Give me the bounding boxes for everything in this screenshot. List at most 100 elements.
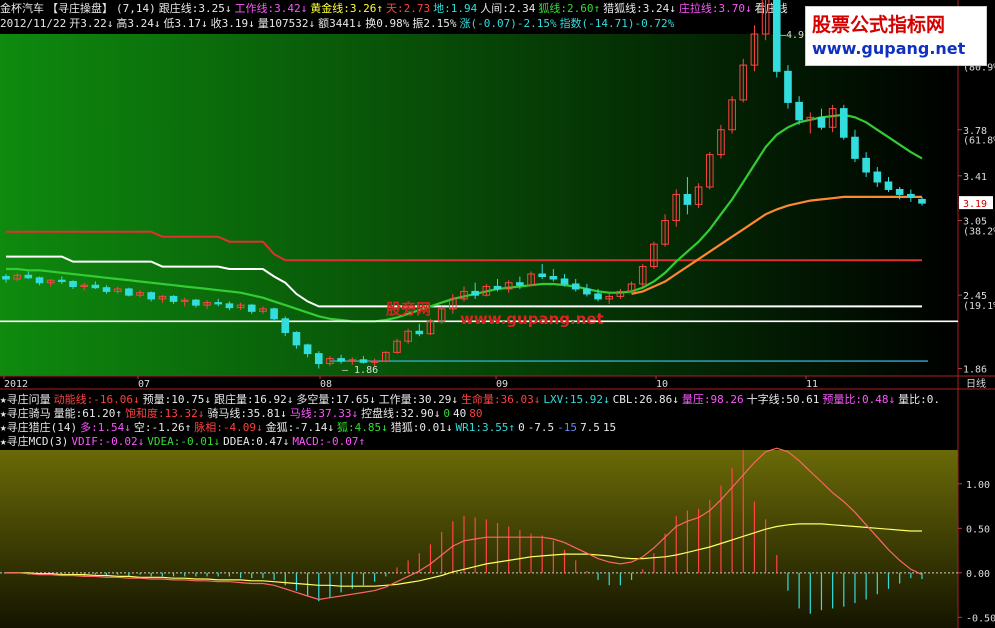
indicator-0-item-2: 预量:10.75↓ [142, 393, 211, 406]
candle-body-71 [795, 101, 803, 121]
candle-body-2 [24, 274, 33, 279]
candle-body-46 [516, 282, 524, 286]
candle-body-61 [683, 193, 692, 205]
indicator-0-item-0: ★寻庄问量 [0, 393, 51, 406]
candle-body-11 [125, 288, 133, 296]
indicator-0-item-12: 量比:0. [898, 393, 940, 406]
candle-body-37 [415, 330, 424, 335]
time-axis-label-0: 2012 [4, 379, 28, 390]
candle-body-78 [873, 171, 882, 183]
indicator-0-item-5: 工作量:30.29↓ [378, 393, 459, 406]
candle-body-73 [817, 116, 826, 128]
indicator-0-item-6: 生命量:36.03↓ [461, 393, 541, 406]
macd-panel [0, 450, 958, 628]
candle-body-32 [359, 359, 368, 363]
price-axis-label-9: (19.1%) [963, 301, 995, 312]
indicator-2-item-3: 脉相:-4.09↓ [194, 421, 263, 434]
price-axis-label-3: (61.8%) [963, 136, 995, 147]
indicator-3-item-2: VDEA:-0.01↓ [147, 435, 221, 448]
indicator-1-item-5: 控盘线:32.90↓ [361, 407, 441, 420]
time-axis-label-2: 08 [320, 379, 332, 390]
candle-body-13 [147, 292, 156, 300]
candle-body-75 [839, 108, 848, 138]
candle-body-6 [69, 280, 77, 287]
candle-body-53 [594, 293, 602, 300]
indicator-1-item-0: ★寻庄骑马 [0, 407, 51, 420]
candle-body-9 [102, 287, 111, 292]
indicator-1-item-8: 80 [469, 407, 483, 420]
indicator-1-item-7: 40 [453, 407, 467, 420]
candle-body-3 [35, 277, 44, 284]
candle-body-8 [91, 284, 100, 289]
macd-axis-label-1: 0.50 [966, 524, 990, 535]
candle-body-81 [907, 193, 915, 198]
indicator-row-3[interactable]: ★寻庄MCD(3) VDIF:-0.02↓ VDEA:-0.01↓ DDEA:0.47… [0, 435, 368, 449]
indicator-1-item-1: 量能:61.20↑ [53, 407, 122, 420]
indicator-3-item-1: VDIF:-0.02↓ [71, 435, 145, 448]
candle-body-19 [214, 302, 223, 305]
candle-body-22 [247, 304, 256, 312]
indicator-0-item-9: 量压:98.26 [681, 393, 744, 406]
time-axis-label-4: 10 [656, 379, 668, 390]
indicator-1-item-4: 马线:37.33↓ [289, 407, 359, 420]
price-axis-label-7: (38.2%) [963, 226, 995, 237]
candle-body-28 [314, 353, 323, 365]
candle-body-79 [884, 181, 893, 190]
indicator-3-item-4: MACD:-0.07↑ [292, 435, 366, 448]
indicator-0-item-10: 十字线:50.61 [746, 393, 820, 406]
candle-body-70 [784, 70, 792, 103]
indicator-0-item-3: 跟庄量:16.92↓ [213, 393, 294, 406]
indicator-1-item-6: 0 [443, 407, 451, 420]
time-axis-label-5: 11 [806, 379, 818, 390]
candle-body-51 [571, 283, 580, 290]
candle-body-0 [2, 276, 10, 280]
period-label: 日线 [966, 377, 986, 390]
macd-axis-label-3: -0.50 [966, 613, 995, 624]
candle-body-44 [493, 285, 502, 290]
macd-axis-label-2: 0.00 [966, 569, 990, 580]
chart-watermark-cn: 股旁网 [386, 300, 432, 318]
site-watermark: 股票公式指标网 www.gupang.net [805, 6, 987, 66]
candle-body-17 [192, 299, 200, 306]
candle-body-50 [560, 278, 569, 285]
last-price-label: 3.19 [963, 199, 987, 210]
candle-body-69 [772, 0, 781, 72]
indicator-1-item-3: 骑马线:35.81↓ [207, 407, 287, 420]
candle-body-5 [58, 279, 66, 282]
indicator-2-item-9: -7.5 [527, 421, 555, 434]
indicator-0-item-7: LXV:15.92↓ [543, 393, 610, 406]
indicator-2-item-11: 7.5 [580, 421, 600, 434]
candle-body-27 [303, 344, 312, 355]
candle-body-76 [851, 136, 859, 159]
indicator-2-item-1: 多:1.54↓ [80, 421, 131, 434]
indicator-row-1[interactable]: ★寻庄骑马 量能:61.20↑ 饱和度:13.32↓ 骑马线:35.81↓ 马线:37.… [0, 407, 486, 421]
candle-body-24 [270, 308, 278, 320]
watermark-title: 股票公式指标网 [812, 14, 946, 36]
indicator-2-item-4: 金狐:-7.14↓ [265, 421, 334, 434]
indicator-2-item-12: 15 [602, 421, 617, 434]
time-axis-label-1: 07 [138, 379, 150, 390]
indicator-2-item-7: WR1:3.55↑ [455, 421, 516, 434]
candle-body-26 [292, 331, 301, 346]
indicator-0-item-8: CBL:26.86↓ [612, 393, 679, 406]
indicator-2-item-5: 狐:4.85↓ [336, 421, 388, 434]
candle-body-48 [538, 273, 547, 278]
macd-axis-label-0: 1.00 [966, 480, 990, 491]
candle-body-49 [549, 276, 558, 280]
candle-body-80 [895, 188, 904, 195]
price-axis-label-4: 3.41 [963, 172, 987, 183]
indicator-row-2[interactable]: ★寻庄猎庄(14) 多:1.54↓ 空:-1.26↑ 脉相:-4.09↓ 金狐:-7.1… [0, 421, 619, 435]
candle-body-20 [225, 303, 234, 309]
indicator-2-item-0: ★寻庄猎庄(14) [0, 421, 78, 434]
price-axis-label-10: 1.86 [963, 365, 987, 376]
indicator-3-item-3: DDEA:0.47↓ [223, 435, 290, 448]
watermark-url: www.gupang.net [812, 39, 966, 58]
indicator-0-item-1: 动能线:-16.06↓ [53, 393, 140, 406]
indicator-2-item-2: 空:-1.26↑ [133, 421, 192, 434]
indicator-3-item-0: ★寻庄MCD(3) [0, 435, 69, 448]
indicator-row-0[interactable]: ★寻庄问量 动能线:-16.06↓ 预量:10.75↓ 跟庄量:16.92↓ 多空量:1… [0, 393, 943, 407]
indicator-0-item-4: 多空量:17.65↓ [296, 393, 376, 406]
low-annotation: — 1.86 [342, 365, 378, 376]
indicator-0-item-11: 预量比:0.48↓ [822, 393, 896, 406]
candle-body-77 [862, 157, 870, 173]
